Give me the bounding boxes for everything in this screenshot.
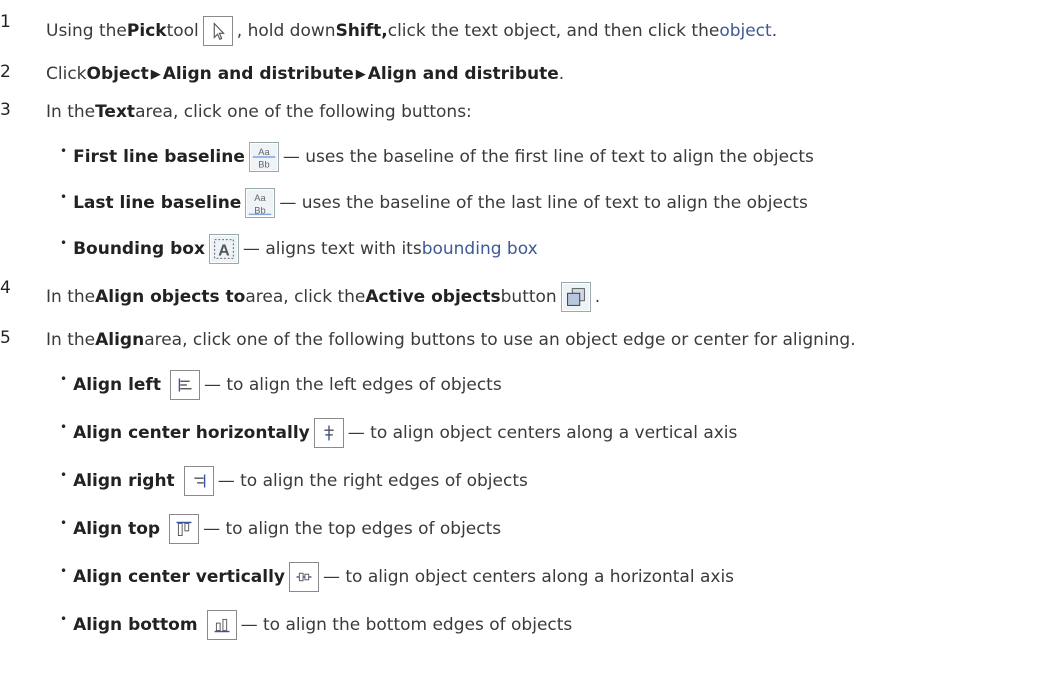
svg-text:A: A: [218, 243, 230, 260]
bounding-box-icon[interactable]: A: [208, 234, 239, 264]
step-number: 5: [0, 328, 11, 348]
svg-text:Aa: Aa: [255, 193, 267, 203]
step-text: In the Align area, click one of the foll…: [46, 330, 856, 350]
menu-arrow-icon: ▶: [355, 66, 366, 82]
align-center-horizontal-icon[interactable]: [313, 418, 344, 448]
step-3: 3 In the Text area, click one of the fol…: [0, 98, 1040, 128]
svg-text:Aa: Aa: [258, 147, 270, 157]
list-item: • Align center vertically — to align obj…: [0, 558, 1040, 598]
menu-align-and-distribute-item: Align and distribute: [367, 64, 559, 84]
list-item: • Align left — to align the left edges o…: [0, 366, 1040, 406]
step-4: 4 In the Align objects to area, click th…: [0, 278, 1040, 316]
align-center-vertical-icon[interactable]: [288, 562, 319, 592]
pick-tool-label: Pick: [126, 21, 167, 41]
bullet: •: [60, 236, 68, 250]
bullet: •: [60, 372, 68, 386]
first-line-baseline-icon[interactable]: Aa Bb: [248, 142, 279, 172]
step-number: 2: [0, 62, 11, 82]
step-2: 2 Click Object ▶ Align and distribute ▶ …: [0, 60, 1040, 90]
last-line-baseline-icon[interactable]: Aa Bb: [245, 188, 276, 218]
step-number: 1: [0, 12, 11, 32]
step-text: Click Object ▶ Align and distribute ▶ Al…: [46, 64, 565, 84]
list-item: • Last line baseline Aa Bb — uses the bas…: [0, 184, 1040, 222]
list-item: • Align right — to align the right edges…: [0, 462, 1040, 502]
text-area-label: Text: [95, 102, 136, 122]
step-text: Using the Pick tool , hold down Shift, c…: [46, 16, 777, 46]
list-item: • Bounding box A — aligns text with its …: [0, 230, 1040, 268]
menu-align-and-distribute: Align and distribute: [162, 64, 354, 84]
bullet: •: [60, 468, 68, 482]
pick-tool-icon[interactable]: [202, 16, 233, 46]
bullet: •: [60, 420, 68, 434]
step-number: 3: [0, 100, 11, 120]
list-item: • Align top — to align the top edges of …: [0, 510, 1040, 550]
align-left-icon[interactable]: [169, 370, 200, 400]
list-item: • Align bottom — to align the bottom edg…: [0, 606, 1040, 646]
align-bottom-icon[interactable]: [206, 610, 237, 640]
step-text: In the Text area, click one of the follo…: [46, 102, 472, 122]
step-number: 4: [0, 278, 11, 298]
bullet: •: [60, 516, 68, 530]
bullet: •: [60, 144, 68, 158]
step-1: 1 Using the Pick tool , hold down Shift,…: [0, 12, 1040, 48]
list-item: • First line baseline Aa Bb — uses the ba…: [0, 138, 1040, 176]
align-right-icon[interactable]: [183, 466, 214, 496]
step-5: 5 In the Align area, click one of the fo…: [0, 326, 1040, 356]
object-link[interactable]: object: [719, 21, 771, 41]
bounding-box-link[interactable]: bounding box: [422, 239, 538, 259]
svg-text:Bb: Bb: [258, 159, 269, 169]
menu-object: Object: [86, 64, 149, 84]
bullet: •: [60, 612, 68, 626]
bullet: •: [60, 564, 68, 578]
list-item: • Align center horizontally — to align o…: [0, 414, 1040, 454]
bullet: •: [60, 190, 68, 204]
step-text: In the Align objects to area, click the …: [46, 282, 600, 312]
menu-arrow-icon: ▶: [150, 66, 161, 82]
active-objects-icon[interactable]: [560, 282, 591, 312]
align-top-icon[interactable]: [169, 514, 200, 544]
shift-key-label: Shift,: [335, 21, 388, 41]
